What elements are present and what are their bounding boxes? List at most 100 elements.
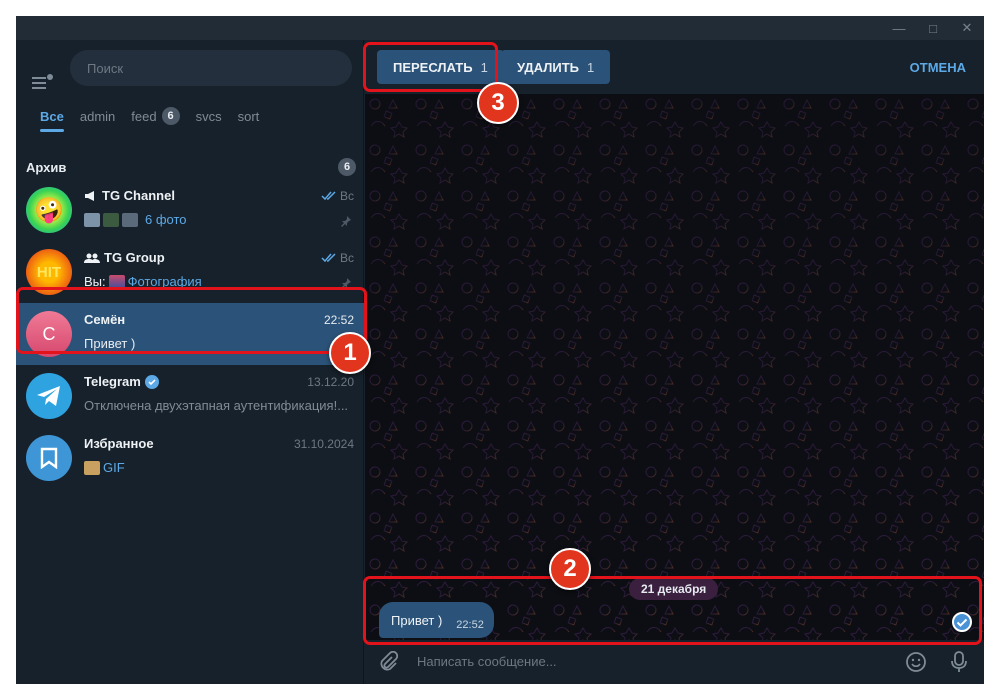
photo-thumb (103, 212, 119, 227)
forward-button[interactable]: ПЕРЕСЛАТЬ 1 (377, 50, 504, 84)
maximize-icon[interactable]: □ (916, 16, 950, 40)
pin-icon (341, 278, 351, 289)
close-icon[interactable]: ✕ (950, 16, 984, 40)
chat-time: 22:52 (323, 313, 354, 327)
chat-time-row: 31.10.2024 (294, 437, 354, 451)
chat-name: Избранное (84, 436, 154, 451)
tab-label: admin (79, 108, 116, 124)
chat-message: Отключена двухэтапная аутентификация!... (84, 398, 349, 413)
tab-sort[interactable]: sort (230, 102, 268, 130)
photo-thumb (122, 212, 138, 227)
chat-name: Семён (84, 312, 126, 327)
telegram-logo-icon (26, 373, 72, 419)
tab-label: svcs (195, 108, 222, 124)
folder-tabs: Все admin feed 6 svcs sort (32, 102, 267, 138)
delete-button[interactable]: УДАЛИТЬ 1 (501, 50, 611, 84)
chat-time: Вс (339, 251, 354, 265)
archive-label: Архив (26, 159, 67, 175)
step-marker-1: 1 (329, 332, 371, 374)
archive-row[interactable]: Архив 6 (26, 155, 356, 179)
chat-time: Вс (339, 189, 354, 203)
tab-admin[interactable]: admin (72, 102, 123, 130)
search-input[interactable]: Поиск (70, 50, 352, 86)
chat-name-row: Семён (84, 312, 125, 327)
tab-badge: 6 (161, 107, 180, 125)
double-check-icon (321, 253, 336, 263)
chat-item-telegram[interactable]: Telegram 13.12.20 Отключена двухэтапная … (16, 365, 364, 427)
chat-time-row: 22:52 (324, 313, 354, 327)
chat-name-row: TG Channel (84, 188, 175, 203)
chat-time-row: Вс (321, 189, 354, 203)
delete-count: 1 (587, 59, 595, 75)
pin-icon (341, 216, 351, 227)
forward-label: ПЕРЕСЛАТЬ (393, 59, 473, 75)
chat-preview: GIF (84, 460, 354, 475)
chat-item-saved[interactable]: Избранное 31.10.2024 GIF (16, 427, 364, 489)
chat-name-row: Избранное (84, 436, 154, 451)
sidebar: Поиск Все admin feed 6 svcs sort Архив 6 … (16, 40, 364, 684)
cancel-button[interactable]: ОТМЕНА (910, 60, 966, 75)
message-row-selected[interactable]: Привет ) 22:52 (365, 600, 984, 640)
chat-message: Фотография (127, 274, 202, 289)
chat-wallpaper (365, 94, 984, 640)
selected-check-icon[interactable] (952, 612, 972, 632)
message-bubble[interactable]: Привет ) 22:52 (379, 602, 494, 638)
chat-item-tg-group[interactable]: HIT TG Group Вс Вы: Фотография (16, 241, 364, 303)
microphone-icon[interactable] (949, 650, 969, 674)
date-divider: 21 декабря (629, 578, 719, 600)
chat-name: Telegram (84, 374, 141, 389)
chat-name: TG Channel (102, 188, 175, 203)
selection-toolbar: ПЕРЕСЛАТЬ 1 УДАЛИТЬ 1 ОТМЕНА (365, 40, 984, 94)
tab-label: feed (131, 108, 157, 124)
message-text: Привет ) (391, 612, 443, 628)
group-avatar: HIT (26, 249, 72, 295)
chat-time: 13.12.20 (307, 375, 354, 389)
attach-icon[interactable] (377, 651, 399, 673)
chat-name-row: TG Group (84, 250, 165, 265)
tab-label: Все (40, 108, 64, 124)
tab-all[interactable]: Все (32, 102, 72, 132)
photo-thumb (84, 212, 100, 227)
chat-preview: 6 фото (84, 212, 354, 227)
avatar: С (26, 311, 72, 357)
minimize-icon[interactable]: — (882, 16, 916, 40)
emoji-icon[interactable] (905, 651, 927, 673)
gif-thumb (84, 460, 100, 475)
message-time: 22:52 (456, 619, 484, 631)
delete-label: УДАЛИТЬ (517, 59, 579, 75)
menu-icon[interactable] (32, 73, 54, 93)
archive-count-badge: 6 (338, 158, 356, 176)
search-placeholder: Поиск (87, 60, 124, 76)
chat-message: Привет ) (84, 336, 136, 351)
forward-count: 1 (480, 59, 488, 75)
chat-preview: Вы: Фотография (84, 274, 354, 289)
group-icon (84, 253, 100, 263)
composer: Написать сообщение... (365, 640, 984, 684)
chat-message: GIF (103, 460, 125, 475)
chat-item-tg-channel[interactable]: 🤪 TG Channel Вс 6 фото (16, 179, 364, 241)
chat-time: 31.10.2024 (293, 437, 354, 451)
message-input[interactable]: Написать сообщение... (417, 654, 557, 669)
photo-thumb (108, 274, 125, 289)
chat-name: TG Group (104, 250, 165, 265)
verified-icon (144, 374, 159, 389)
chat-time-row: 13.12.20 (307, 375, 354, 389)
tab-svcs[interactable]: svcs (188, 102, 230, 130)
title-bar: — □ ✕ (16, 16, 984, 40)
chat-area: ПЕРЕСЛАТЬ 1 УДАЛИТЬ 1 ОТМЕНА 21 декабря … (365, 40, 984, 684)
megaphone-icon (85, 190, 94, 201)
chat-prefix: Вы: (84, 274, 106, 289)
channel-avatar: 🤪 (26, 187, 72, 233)
tab-label: sort (237, 108, 260, 124)
step-marker-2: 2 (549, 548, 591, 590)
chat-preview: Привет ) (84, 336, 354, 351)
chat-message: 6 фото (145, 212, 187, 227)
bookmark-icon (26, 435, 72, 481)
tab-feed[interactable]: feed 6 (123, 102, 187, 130)
chat-preview: Отключена двухэтапная аутентификация!... (84, 398, 354, 413)
chat-item-semyon[interactable]: С Семён 22:52 Привет ) (16, 303, 364, 365)
step-marker-3: 3 (477, 82, 519, 124)
chat-name-row: Telegram (84, 374, 159, 389)
double-check-icon (321, 191, 336, 201)
chat-time-row: Вс (321, 251, 354, 265)
